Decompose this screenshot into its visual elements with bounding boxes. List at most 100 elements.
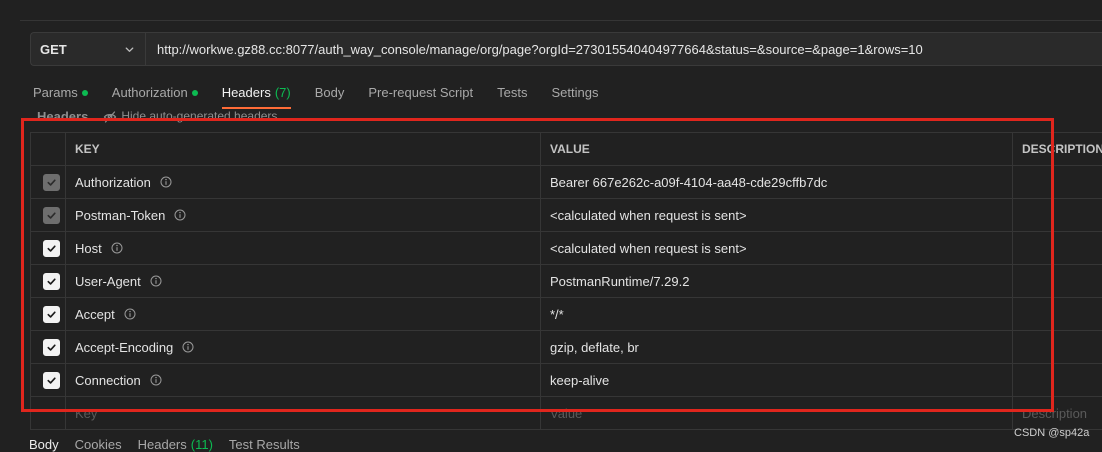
value-cell[interactable]: */* xyxy=(541,298,1013,330)
table-row: Accept */* xyxy=(31,298,1102,331)
info-icon[interactable] xyxy=(174,209,186,221)
tab-count: (7) xyxy=(274,85,291,100)
tab-label: Pre-request Script xyxy=(368,85,474,100)
table-row: Host <calculated when request is sent> xyxy=(31,232,1102,265)
checkbox-cell xyxy=(31,232,66,264)
info-icon[interactable] xyxy=(150,374,162,386)
enable-checkbox[interactable] xyxy=(43,206,60,224)
checkbox-cell xyxy=(31,166,66,198)
description-cell[interactable] xyxy=(1013,364,1102,396)
key-cell[interactable]: Host xyxy=(66,232,541,264)
tab-response-body[interactable]: Body xyxy=(29,437,59,452)
top-divider xyxy=(20,0,1102,21)
info-icon[interactable] xyxy=(150,275,162,287)
description-cell[interactable] xyxy=(1013,298,1102,330)
eye-slash-icon[interactable] xyxy=(103,110,117,124)
new-key-input[interactable]: Key xyxy=(66,397,541,429)
enable-checkbox[interactable] xyxy=(43,371,60,389)
tab-body[interactable]: Body xyxy=(315,84,345,109)
section-title: Headers xyxy=(37,109,89,124)
checkbox-cell xyxy=(31,265,66,297)
header-value: keep-alive xyxy=(550,372,610,388)
tab-settings[interactable]: Settings xyxy=(551,84,598,109)
header-key: Connection xyxy=(75,372,141,388)
header-key: User-Agent xyxy=(75,273,141,289)
hide-auto-headers-toggle[interactable]: Hide auto-generated headers xyxy=(121,109,277,124)
new-description-input[interactable]: Description xyxy=(1013,397,1102,429)
key-cell[interactable]: Authorization xyxy=(66,166,541,198)
description-cell[interactable] xyxy=(1013,199,1102,231)
status-dot xyxy=(191,90,198,96)
table-row: Postman-Token <calculated when request i… xyxy=(31,199,1102,232)
checkbox-cell xyxy=(31,397,66,429)
value-cell[interactable]: Bearer 667e262c-a09f-4104-aa48-cde29cffb… xyxy=(541,166,1013,198)
description-cell[interactable] xyxy=(1013,265,1102,297)
headers-subheader: Headers Hide auto-generated headers xyxy=(37,109,277,124)
header-value: gzip, deflate, br xyxy=(550,339,639,355)
key-cell[interactable]: Connection xyxy=(66,364,541,396)
description-cell[interactable] xyxy=(1013,232,1102,264)
header-value: <calculated when request is sent> xyxy=(550,240,747,256)
status-dot xyxy=(81,90,88,96)
key-cell[interactable]: User-Agent xyxy=(66,265,541,297)
url-input[interactable]: http://workwe.gz88.cc:8077/auth_way_cons… xyxy=(146,33,1102,65)
key-cell[interactable]: Accept xyxy=(66,298,541,330)
header-key: Host xyxy=(75,240,102,256)
enable-checkbox[interactable] xyxy=(43,272,60,290)
value-cell[interactable]: PostmanRuntime/7.29.2 xyxy=(541,265,1013,297)
new-value-input[interactable]: Value xyxy=(541,397,1013,429)
value-cell[interactable]: gzip, deflate, br xyxy=(541,331,1013,363)
header-key: Accept-Encoding xyxy=(75,339,174,355)
tab-headers[interactable]: Headers (7) xyxy=(221,84,291,109)
new-header-row: Key Value Description xyxy=(31,397,1102,430)
description-cell[interactable] xyxy=(1013,331,1102,363)
header-key: Accept xyxy=(75,306,115,322)
tab-authorization[interactable]: Authorization xyxy=(112,84,198,109)
header-value: */* xyxy=(550,306,564,322)
checkbox-cell xyxy=(31,364,66,396)
enable-checkbox[interactable] xyxy=(43,239,60,257)
value-cell[interactable]: <calculated when request is sent> xyxy=(541,199,1013,231)
info-icon[interactable] xyxy=(111,242,123,254)
request-bar: GET http://workwe.gz88.cc:8077/auth_way_… xyxy=(30,32,1102,66)
column-header-key: KEY xyxy=(66,133,541,165)
tab-test-results[interactable]: Test Results xyxy=(229,437,300,452)
response-tabs: Body Cookies Headers (11) Test Results xyxy=(29,437,300,452)
value-cell[interactable]: keep-alive xyxy=(541,364,1013,396)
request-tabs: Params Authorization Headers (7) Body Pr… xyxy=(33,84,598,109)
table-row: Accept-Encoding gzip, deflate, br xyxy=(31,331,1102,364)
description-cell[interactable] xyxy=(1013,166,1102,198)
tab-response-cookies[interactable]: Cookies xyxy=(75,437,122,452)
tab-pre-request-script[interactable]: Pre-request Script xyxy=(368,84,473,109)
checkbox-cell xyxy=(31,199,66,231)
headers-table: KEY VALUE DESCRIPTION Authorization Bear… xyxy=(30,132,1102,430)
info-icon[interactable] xyxy=(182,341,194,353)
chevron-down-icon xyxy=(124,44,135,55)
enable-checkbox[interactable] xyxy=(43,173,60,191)
tab-params[interactable]: Params xyxy=(33,84,88,109)
key-cell[interactable]: Accept-Encoding xyxy=(66,331,541,363)
header-key: Authorization xyxy=(75,174,151,190)
info-icon[interactable] xyxy=(160,176,172,188)
tab-label: Headers xyxy=(221,85,271,100)
value-cell[interactable]: <calculated when request is sent> xyxy=(541,232,1013,264)
table-row: Connection keep-alive xyxy=(31,364,1102,397)
tab-tests[interactable]: Tests xyxy=(497,84,527,109)
key-cell[interactable]: Postman-Token xyxy=(66,199,541,231)
enable-checkbox[interactable] xyxy=(43,338,60,356)
tab-label: Authorization xyxy=(111,85,188,100)
tab-response-headers[interactable]: Headers (11) xyxy=(138,437,213,452)
table-header-row: KEY VALUE DESCRIPTION xyxy=(31,133,1102,166)
info-icon[interactable] xyxy=(124,308,136,320)
method-select[interactable]: GET xyxy=(31,33,146,65)
tab-count: (11) xyxy=(190,437,213,452)
tab-label: Params xyxy=(33,85,78,100)
column-header-value: VALUE xyxy=(541,133,1013,165)
checkbox-cell xyxy=(31,298,66,330)
tab-label: Headers xyxy=(137,437,187,452)
enable-checkbox[interactable] xyxy=(43,305,60,323)
header-value: <calculated when request is sent> xyxy=(550,207,747,223)
header-key: Postman-Token xyxy=(75,207,166,223)
tab-label: Body xyxy=(314,85,345,100)
column-header-description: DESCRIPTION xyxy=(1022,142,1102,156)
